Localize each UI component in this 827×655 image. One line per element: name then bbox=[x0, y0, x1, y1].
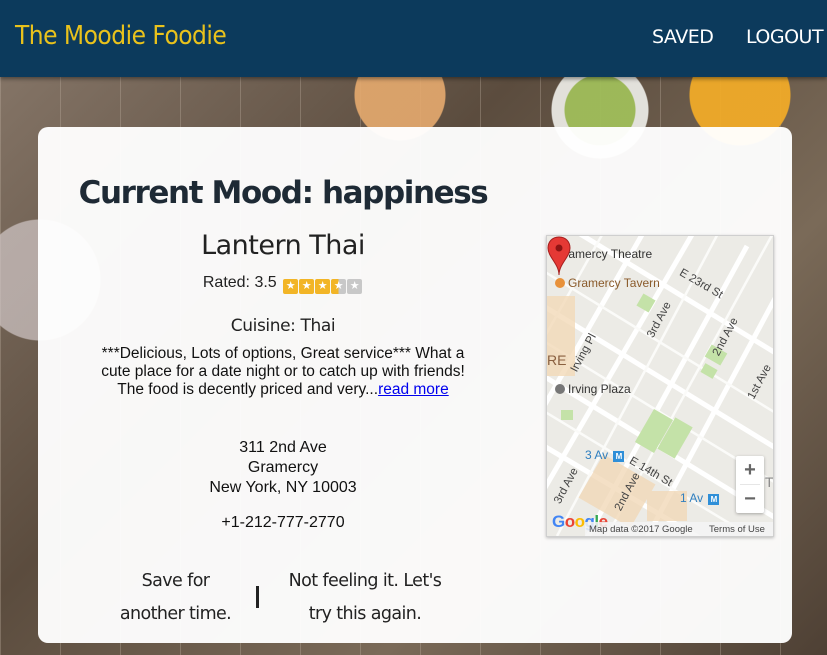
zoom-out-button[interactable]: − bbox=[736, 485, 764, 513]
terms-of-use-link[interactable]: Terms of Use bbox=[709, 522, 765, 536]
try-again-button[interactable]: Not feeling it. Let's try this again. bbox=[284, 565, 446, 631]
venue-poi-icon bbox=[555, 384, 565, 394]
cuisine-label: Cuisine: Thai bbox=[230, 316, 336, 336]
metro-icon: M bbox=[708, 494, 720, 505]
map-label-1-av-station: 1 Av M bbox=[680, 491, 720, 505]
save-line-1: Save for bbox=[141, 571, 210, 591]
brand-logo[interactable]: The Moodie Foodie bbox=[15, 21, 227, 51]
nav-saved-link[interactable]: SAVED bbox=[652, 26, 714, 48]
mood-heading: Current Mood: happiness bbox=[78, 175, 489, 211]
rating-label: Rated: 3.5 bbox=[202, 274, 277, 291]
star-icon: ★ bbox=[315, 279, 331, 294]
star-icon: ★ bbox=[283, 279, 299, 294]
result-card: Current Mood: happiness Lantern Thai Rat… bbox=[38, 127, 792, 643]
restaurant-name: Lantern Thai bbox=[201, 230, 365, 261]
map-label-t: T bbox=[765, 474, 774, 490]
restaurant-poi-icon bbox=[555, 278, 565, 288]
rating: Rated: 3.5 ★ ★ ★ ★ ★ bbox=[38, 274, 528, 294]
action-divider bbox=[256, 586, 259, 608]
empty-star-icon: ★ bbox=[347, 279, 363, 294]
map-zoom-controls: + − bbox=[736, 456, 764, 513]
save-line-2: another time. bbox=[119, 604, 232, 624]
map-label-re: RE bbox=[547, 352, 567, 368]
retry-line-1: Not feeling it. Let's bbox=[288, 571, 442, 591]
address-line-3: New York, NY 10003 bbox=[209, 479, 357, 496]
address-line-2: Gramercy bbox=[247, 459, 319, 476]
address: 311 2nd Ave Gramercy New York, NY 10003 bbox=[38, 438, 528, 498]
zoom-in-button[interactable]: + bbox=[736, 456, 764, 484]
map-data-text: Map data ©2017 Google bbox=[589, 524, 693, 535]
map-label-tavern: Gramercy Tavern bbox=[555, 276, 660, 290]
rating-stars: ★ ★ ★ ★ ★ bbox=[283, 276, 363, 294]
save-for-later-button[interactable]: Save for another time. bbox=[118, 565, 233, 631]
map-marker-icon[interactable] bbox=[547, 236, 571, 276]
nav-logout-link[interactable]: LOGOUT bbox=[746, 26, 824, 48]
restaurant-description: ***Delicious, Lots of options, Great ser… bbox=[98, 345, 468, 399]
map-attribution: Map data ©2017 Google Terms of Use bbox=[585, 522, 773, 536]
metro-icon: M bbox=[613, 451, 625, 462]
retry-line-2: try this again. bbox=[308, 604, 422, 624]
map[interactable]: Gramercy Theatre Gramercy Tavern E 23rd … bbox=[546, 235, 774, 537]
half-star-icon: ★ bbox=[331, 279, 347, 294]
address-line-1: 311 2nd Ave bbox=[239, 439, 327, 456]
star-icon: ★ bbox=[299, 279, 315, 294]
navbar: The Moodie Foodie SAVED LOGOUT bbox=[0, 0, 827, 77]
map-label-irving-plaza: Irving Plaza bbox=[555, 382, 631, 396]
read-more-link[interactable]: read more bbox=[378, 381, 449, 398]
map-label-3-av-station: 3 Av M bbox=[585, 448, 625, 462]
phone-number: +1-212-777-2770 bbox=[221, 514, 345, 531]
